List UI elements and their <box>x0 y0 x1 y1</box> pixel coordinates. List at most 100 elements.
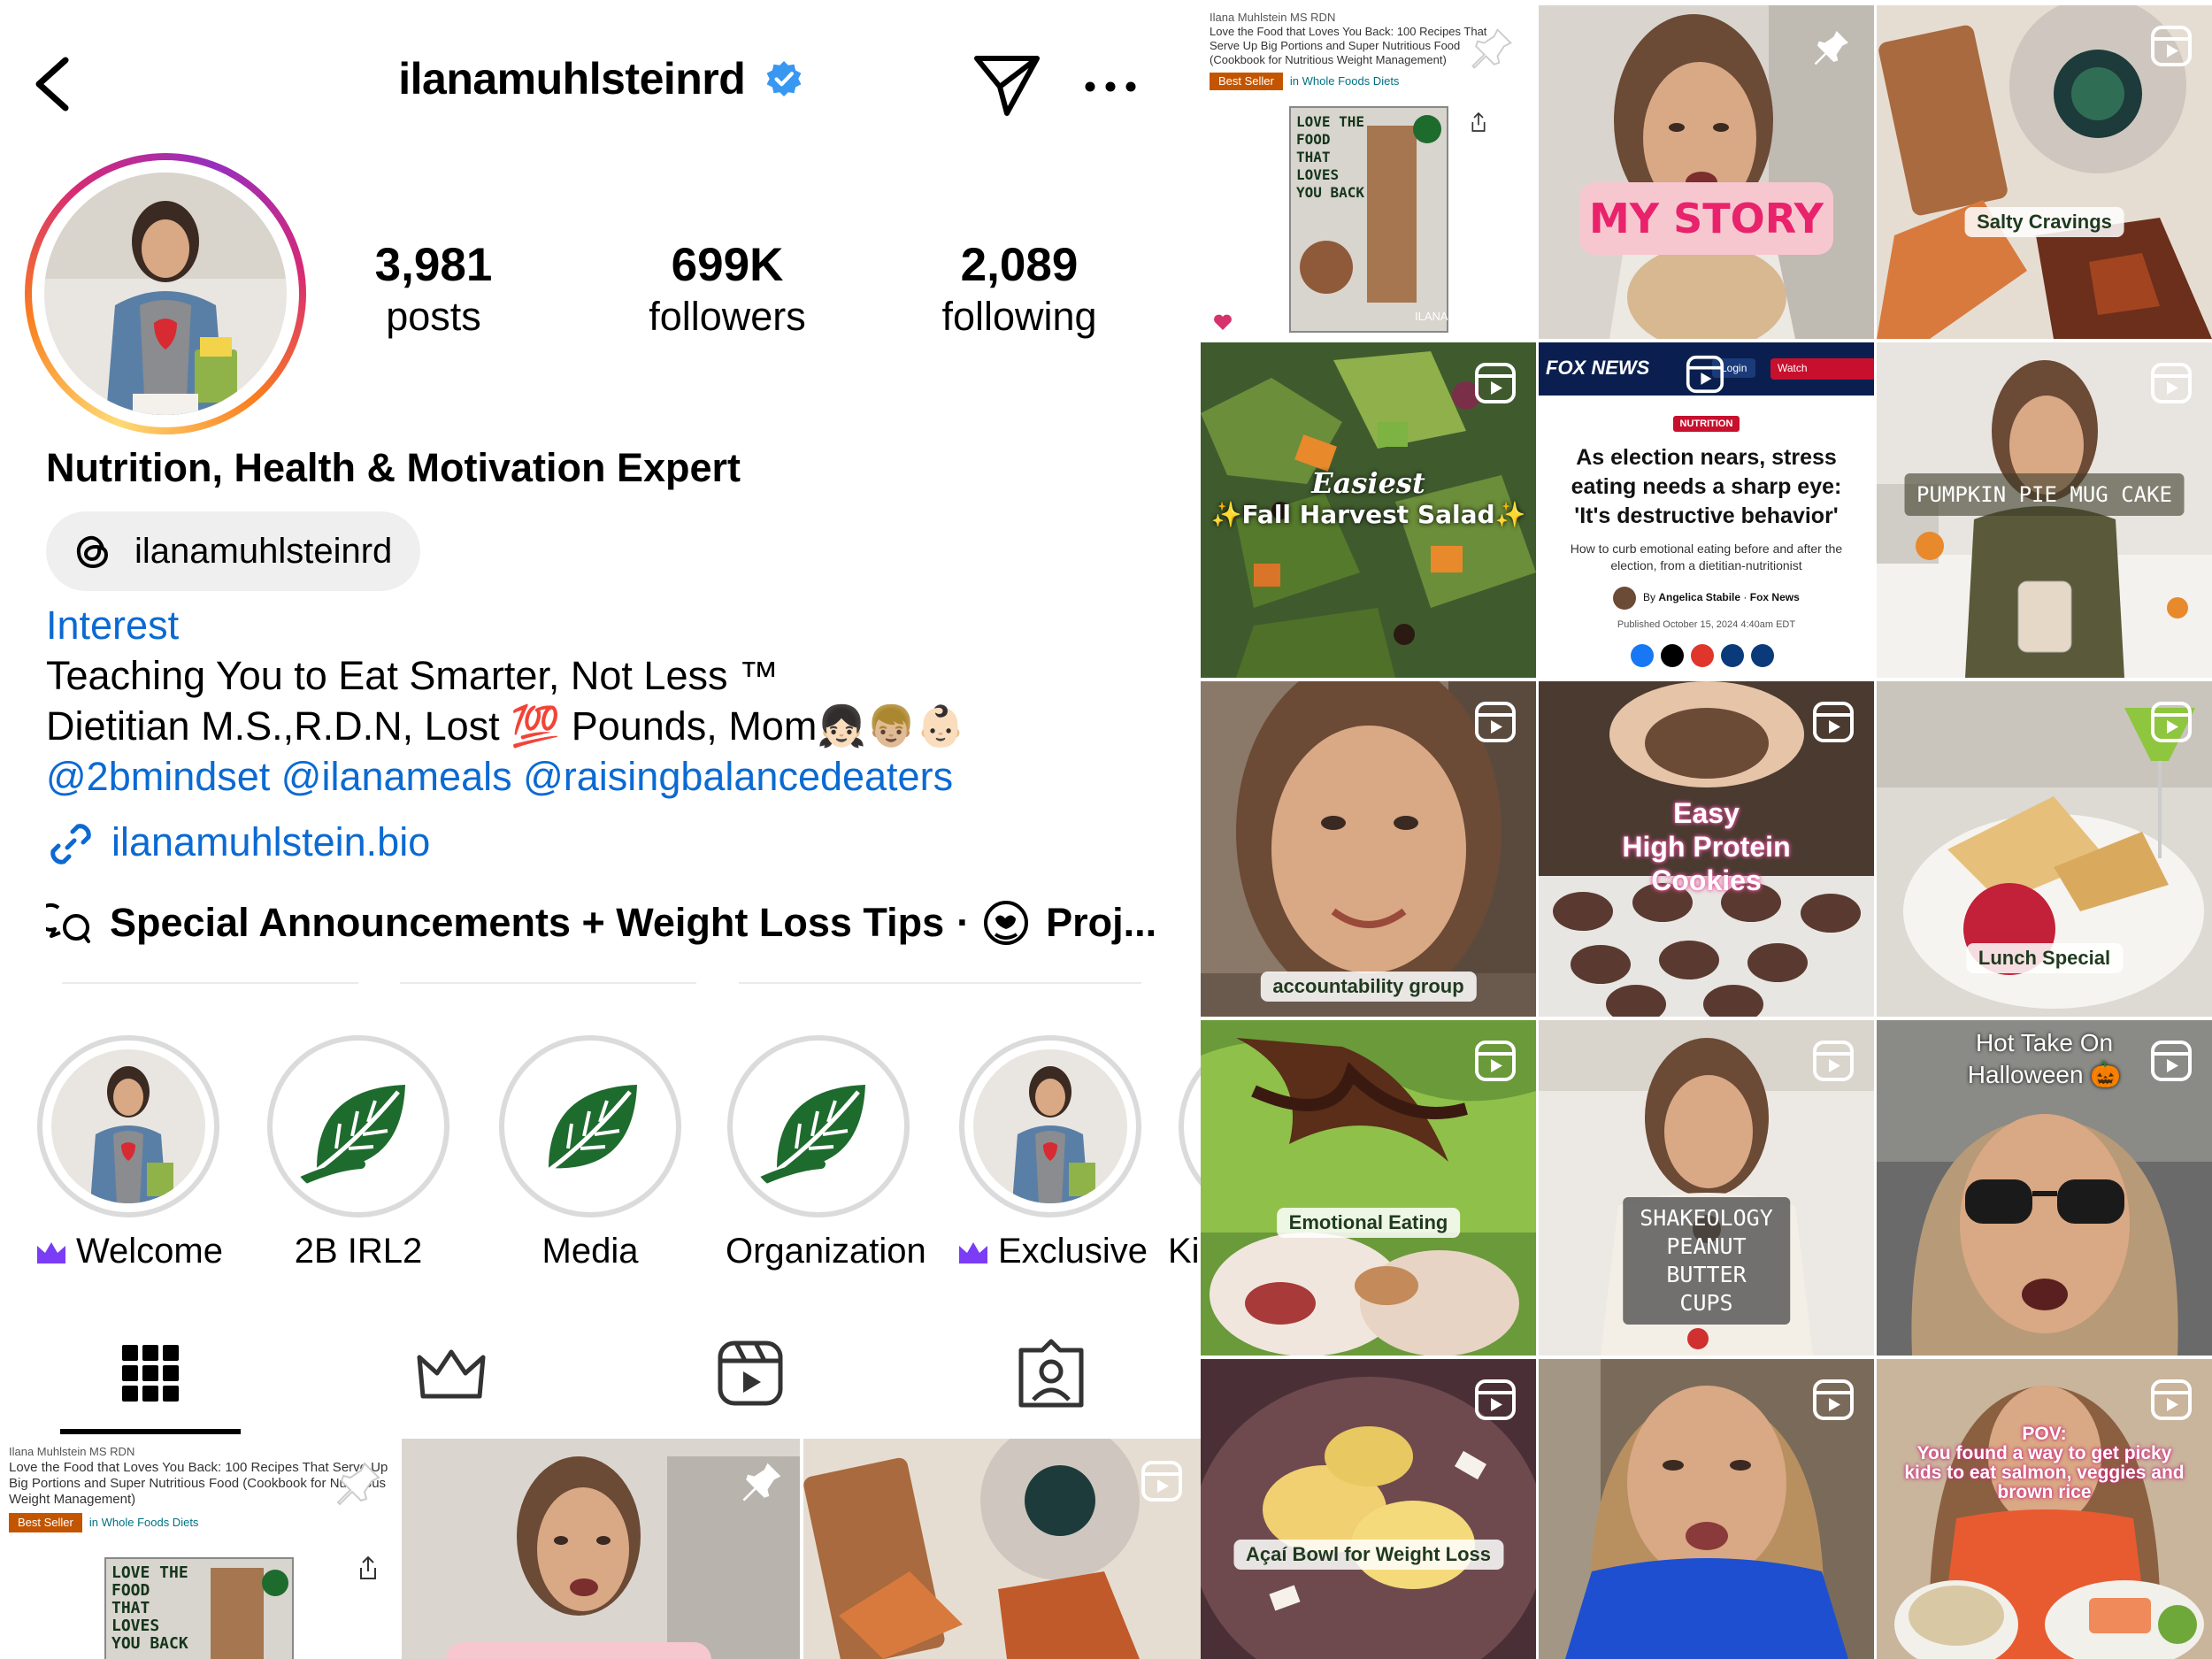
link-icon <box>50 824 91 864</box>
stat-followers[interactable]: 699K followers <box>612 239 842 342</box>
highlight-media[interactable]: Media <box>497 1035 683 1271</box>
highlight-label: Media <box>541 1232 639 1271</box>
top-bar: ilanamuhlsteinrd <box>0 35 1201 128</box>
pov-text: You found a way to get picky kids to eat… <box>1904 1443 2185 1502</box>
post-tile-pumpkin[interactable]: PUMPKIN PIE MUG CAKE <box>1877 342 2212 678</box>
stat-following[interactable]: 2,089 following <box>904 239 1134 342</box>
bio-mentions[interactable]: @2bmindset @ilanameals @raisingbalancede… <box>46 752 953 802</box>
salty-cravings-caption: Salty Cravings <box>1964 207 2124 237</box>
post-tile-emotional[interactable]: Emotional Eating <box>1201 1020 1536 1356</box>
reels-icon[interactable] <box>662 1327 839 1429</box>
highlight-welcome[interactable]: Welcome <box>35 1035 223 1271</box>
bio-line-1: Teaching You to Eat Smarter, Not Less ™ <box>46 653 779 698</box>
post-tile-salad[interactable]: Easiest ✨Fall Harvest Salad✨ <box>1201 342 1536 678</box>
posts-count: 3,981 <box>374 239 493 291</box>
channel-1[interactable]: Special Announcements + Weight Loss Tips <box>110 900 944 945</box>
fox-published: Published October 15, 2024 4:40am EDT <box>1617 619 1796 630</box>
salad-title-1: Easiest <box>1311 466 1425 500</box>
profile-category[interactable]: Interest <box>46 601 179 650</box>
heart-icon <box>1214 314 1232 330</box>
share-icon[interactable] <box>357 1555 379 1580</box>
post-tile-my-story[interactable] <box>402 1439 800 1659</box>
post-tile-salty[interactable]: Salty Cravings <box>1877 5 2212 339</box>
book-cover-title: LOVE THE FOOD THAT LOVES YOU BACK <box>1296 113 1365 201</box>
post-tile-fox-news[interactable]: FOX NEWS Login Watch NUTRITION As electi… <box>1539 342 1874 678</box>
crown-icon <box>37 1242 65 1264</box>
stat-posts[interactable]: 3,981 posts <box>319 239 549 342</box>
leaf-icon <box>281 1049 435 1203</box>
post-tile-book[interactable]: Ilana Muhlstein MS RDN Love the Food tha… <box>0 1439 398 1659</box>
post-tile-lunch[interactable]: Lunch Special <box>1877 681 2212 1017</box>
salad-title-2: ✨Fall Harvest Salad✨ <box>1210 500 1526 529</box>
post-tile-book[interactable]: Ilana Muhlstein MS RDN Love the Food tha… <box>1201 5 1536 339</box>
following-count: 2,089 <box>960 239 1079 291</box>
tagged-person-icon[interactable] <box>963 1327 1140 1429</box>
grid-icon[interactable] <box>62 1327 239 1429</box>
crown-icon <box>959 1242 987 1264</box>
highlight-label: Exclusive <box>998 1232 1148 1271</box>
share-buttons <box>1631 644 1790 669</box>
paper-plane-icon[interactable] <box>972 51 1042 119</box>
book-cover: LOVE THE FOOD THAT LOVES YOU BACK ILANA <box>1289 106 1448 333</box>
reel-icon <box>2151 26 2192 66</box>
flipboard-icon[interactable] <box>1691 644 1714 667</box>
book-cover-title: LOVE THE FOOD THAT LOVES YOU BACK <box>111 1563 188 1653</box>
pin-icon <box>1814 31 1848 65</box>
profile-avatar[interactable] <box>25 153 306 434</box>
comment-icon[interactable] <box>1721 644 1744 667</box>
fox-by: By <box>1643 591 1656 604</box>
post-tile-accountability[interactable]: accountability group <box>1201 681 1536 1017</box>
fox-headline: As election nears, stress eating needs a… <box>1571 445 1842 528</box>
more-dots-icon[interactable] <box>1081 69 1140 104</box>
post-tile-halloween[interactable]: Hot Take On Halloween 🎃 <box>1877 1020 2212 1356</box>
x-icon[interactable] <box>1661 644 1684 667</box>
fox-logo: FOX NEWS <box>1546 357 1650 379</box>
book-author: Ilana Muhlstein MS RDN <box>1210 11 1336 24</box>
threads-badge[interactable]: ilanamuhlsteinrd <box>46 511 420 591</box>
post-tile-shakeology[interactable]: SHAKEOLOGY PEANUT BUTTER CUPS <box>1539 1020 1874 1356</box>
pov-caption: POV: You found a way to get picky kids t… <box>1903 1425 2185 1502</box>
highlight-2b-irl2[interactable]: 2B IRL2 <box>265 1035 451 1271</box>
lunch-caption: Lunch Special <box>1965 943 2124 973</box>
post-tile-blue-top[interactable] <box>1539 1359 1874 1659</box>
channel-2[interactable]: Proj... <box>1046 900 1156 945</box>
highlight-organization[interactable]: Organization <box>726 1035 926 1271</box>
highlight-partial[interactable]: Ki <box>1168 1035 1201 1271</box>
post-tile-cookies[interactable]: Easy High Protein Cookies <box>1539 681 1874 1017</box>
reel-icon <box>1813 702 1854 742</box>
cookies-caption: Easy High Protein Cookies <box>1622 797 1791 896</box>
emotional-caption: Emotional Eating <box>1276 1208 1461 1238</box>
hundred-emoji: 💯 <box>511 703 561 749</box>
highlight-label: 2B IRL2 <box>294 1232 423 1271</box>
bio-link[interactable]: ilanamuhlstein.bio <box>111 818 430 867</box>
best-seller-badge: Best Seller <box>1210 73 1283 90</box>
chat-bubbles-icon <box>46 902 90 943</box>
highlight-exclusive[interactable]: Exclusive <box>957 1035 1148 1271</box>
book-cover: LOVE THE FOOD THAT LOVES YOU BACK <box>104 1557 294 1659</box>
post-tile-pov-salmon[interactable]: POV: You found a way to get picky kids t… <box>1877 1359 2212 1659</box>
reel-icon <box>2151 1041 2192 1081</box>
threads-handle: ilanamuhlsteinrd <box>134 532 393 571</box>
crown-icon[interactable] <box>363 1327 540 1429</box>
bio-line-2-a: Dietitian M.S.,R.D.N, Lost <box>46 703 511 749</box>
reel-icon <box>2151 363 2192 403</box>
heart-face-icon <box>984 901 1029 945</box>
fox-watch-button[interactable]: Watch <box>1770 358 1874 380</box>
email-icon[interactable] <box>1751 644 1774 667</box>
reel-icon <box>1475 702 1516 742</box>
share-icon[interactable] <box>1470 111 1487 133</box>
book-cover-brand: ILANA <box>1415 310 1448 323</box>
post-tile-acai[interactable]: Açaí Bowl for Weight Loss <box>1201 1359 1536 1659</box>
facebook-icon[interactable] <box>1631 644 1654 667</box>
fox-outlet: Fox News <box>1749 591 1800 604</box>
reel-icon <box>2151 702 2192 742</box>
reel-icon <box>1686 355 1724 394</box>
post-tile-salty[interactable] <box>803 1439 1201 1659</box>
profile-username: ilanamuhlsteinrd <box>398 54 746 104</box>
book-category: in Whole Foods Diets <box>1289 74 1400 88</box>
post-tile-my-story[interactable]: MY STORY <box>1539 5 1874 339</box>
pov-label: POV: <box>2022 1424 2067 1444</box>
fox-author: Angelica Stabile <box>1658 591 1741 604</box>
highlight-label: Ki <box>1168 1232 1200 1271</box>
bio-line-2: Dietitian M.S.,R.D.N, Lost 💯 Pounds, Mom… <box>46 702 965 751</box>
